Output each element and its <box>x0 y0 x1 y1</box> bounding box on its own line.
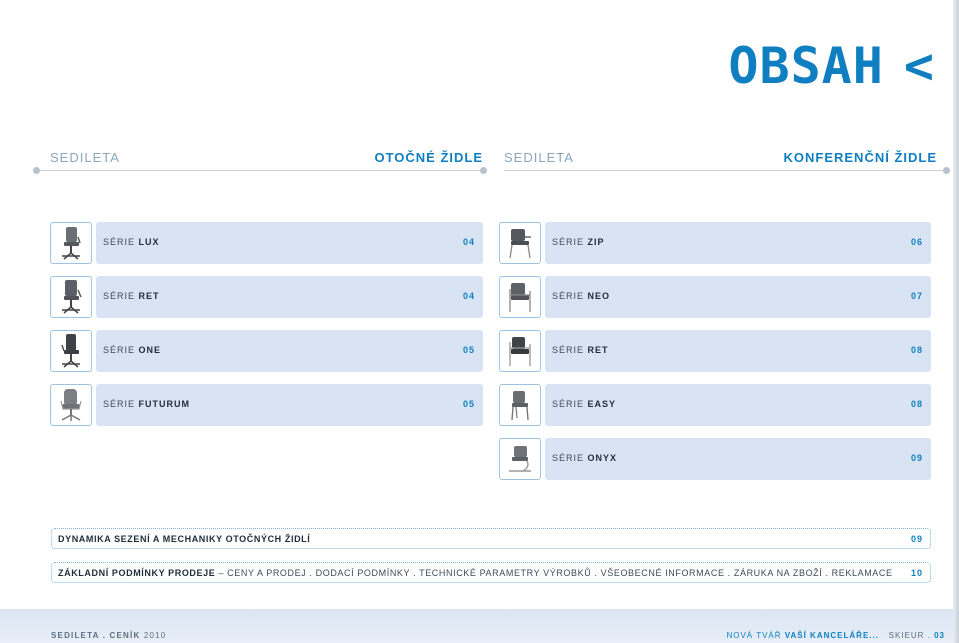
executive-chair-icon <box>50 384 92 426</box>
toc-row-left-3[interactable]: SÉRIE ONE 05 <box>50 330 483 372</box>
toc-entry-label: SÉRIE ONE <box>103 345 161 355</box>
toc-entry-bar: SÉRIE NEO 07 <box>545 276 931 318</box>
series-name: ONYX <box>587 453 618 463</box>
series-prefix: SÉRIE <box>552 399 585 409</box>
toc-row-right-4[interactable]: SÉRIE EASY 08 <box>499 384 931 426</box>
toc-entry-bar: SÉRIE EASY 08 <box>545 384 931 426</box>
page-number: 04 <box>462 237 475 247</box>
toc-entry-bar: SÉRIE FUTURUM 05 <box>96 384 483 426</box>
toc-entry-bar: SÉRIE LUX 04 <box>96 222 483 264</box>
footer-left: SEDILETA . CENÍK 2010 <box>51 631 166 640</box>
conference-chair-icon <box>499 276 541 318</box>
extra-detail: – CENY A PRODEJ . DODACÍ PODMÍNKY . TECH… <box>215 568 893 578</box>
toc-extra-row-dynamics[interactable]: DYNAMIKA SEZENÍ A MECHANIKY OTOČNÝCH ŽID… <box>51 528 931 549</box>
toc-entry-bar: SÉRIE ZIP 06 <box>545 222 931 264</box>
office-swivel-chair-icon <box>50 330 92 372</box>
office-swivel-chair-icon <box>50 276 92 318</box>
left-divider <box>33 167 487 174</box>
conference-chair-icon <box>499 330 541 372</box>
divider-knob <box>943 167 950 174</box>
page-number: 09 <box>910 534 923 544</box>
page-number: 08 <box>910 399 923 409</box>
series-prefix: SÉRIE <box>103 345 136 355</box>
page-footer: SEDILETA . CENÍK 2010 NOVÁ TVÁŘ VAŠÍ KAN… <box>0 609 953 643</box>
footer-slogan: VAŠÍ KANCELÁŘE... <box>784 631 879 640</box>
toc-entry-label: SÉRIE RET <box>103 291 160 301</box>
series-name: LUX <box>138 237 160 247</box>
page-number: 08 <box>910 345 923 355</box>
left-brand: SEDILETA <box>50 150 120 165</box>
series-name: RET <box>587 345 609 355</box>
series-name: EASY <box>587 399 617 409</box>
footer-brand: SKIEUR <box>888 631 925 640</box>
toc-extra-label: DYNAMIKA SEZENÍ A MECHANIKY OTOČNÝCH ŽID… <box>58 534 310 544</box>
right-column-header: SEDILETA KONFERENČNÍ ŽIDLE <box>504 150 937 170</box>
left-category: OTOČNÉ ŽIDLE <box>374 150 483 165</box>
series-prefix: SÉRIE <box>552 237 585 247</box>
toc-entry-bar: SÉRIE ONYX 09 <box>545 438 931 480</box>
footer-slogan-prefix: NOVÁ TVÁŘ <box>726 631 785 640</box>
toc-row-right-2[interactable]: SÉRIE NEO 07 <box>499 276 931 318</box>
page-number: 05 <box>462 345 475 355</box>
toc-row-left-2[interactable]: SÉRIE RET 04 <box>50 276 483 318</box>
office-swivel-chair-icon <box>50 222 92 264</box>
page-number: 06 <box>910 237 923 247</box>
series-name: NEO <box>587 291 611 301</box>
title-chevron: < <box>903 37 935 95</box>
toc-entry-bar: SÉRIE RET 08 <box>545 330 931 372</box>
toc-entry-label: SÉRIE NEO <box>552 291 610 301</box>
footer-right: NOVÁ TVÁŘ VAŠÍ KANCELÁŘE... SKIEUR . 03 <box>726 631 945 640</box>
page-edge-shadow <box>953 0 959 643</box>
right-brand: SEDILETA <box>504 150 574 165</box>
series-name: FUTURUM <box>138 399 191 409</box>
extra-title: ZÁKLADNÍ PODMÍNKY PRODEJE <box>58 568 216 578</box>
toc-row-right-3[interactable]: SÉRIE RET 08 <box>499 330 931 372</box>
toc-entry-label: SÉRIE RET <box>552 345 609 355</box>
toc-entry-bar: SÉRIE RET 04 <box>96 276 483 318</box>
toc-row-left-4[interactable]: SÉRIE FUTURUM 05 <box>50 384 483 426</box>
toc-extra-row-conditions[interactable]: ZÁKLADNÍ PODMÍNKY PRODEJE – CENY A PRODE… <box>51 562 931 583</box>
right-divider <box>504 167 950 174</box>
extra-title: DYNAMIKA SEZENÍ A MECHANIKY OTOČNÝCH ŽID… <box>58 534 311 544</box>
series-name: ZIP <box>587 237 605 247</box>
left-column-header: SEDILETA OTOČNÉ ŽIDLE <box>50 150 483 170</box>
series-prefix: SÉRIE <box>552 453 585 463</box>
series-prefix: SÉRIE <box>552 291 585 301</box>
page-number: 04 <box>462 291 475 301</box>
toc-row-right-5[interactable]: SÉRIE ONYX 09 <box>499 438 931 480</box>
cantilever-chair-icon <box>499 438 541 480</box>
toc-entry-bar: SÉRIE ONE 05 <box>96 330 483 372</box>
right-category: KONFERENČNÍ ŽIDLE <box>783 150 937 165</box>
series-prefix: SÉRIE <box>552 345 585 355</box>
footer-catalog-label: SEDILETA . CENÍK <box>51 631 141 640</box>
divider-knob <box>480 167 487 174</box>
page-number: 10 <box>910 568 923 578</box>
page-number: 05 <box>462 399 475 409</box>
toc-row-left-1[interactable]: SÉRIE LUX 04 <box>50 222 483 264</box>
series-prefix: SÉRIE <box>103 291 136 301</box>
page-title: OBSAH < <box>728 38 935 94</box>
toc-entry-label: SÉRIE LUX <box>103 237 160 247</box>
toc-row-right-1[interactable]: SÉRIE ZIP 06 <box>499 222 931 264</box>
series-name: RET <box>138 291 160 301</box>
toc-entry-label: SÉRIE ONYX <box>552 453 617 463</box>
series-prefix: SÉRIE <box>103 237 136 247</box>
footer-page-number: 03 <box>934 631 945 640</box>
toc-extra-label: ZÁKLADNÍ PODMÍNKY PRODEJE – CENY A PRODE… <box>58 568 893 578</box>
page-number: 07 <box>910 291 923 301</box>
footer-separator: . <box>924 631 935 640</box>
page-number: 09 <box>910 453 923 463</box>
toc-entry-label: SÉRIE ZIP <box>552 237 605 247</box>
toc-entry-label: SÉRIE FUTURUM <box>103 399 190 409</box>
conference-chair-icon <box>499 384 541 426</box>
footer-year: 2010 <box>140 631 167 640</box>
conference-chair-icon <box>499 222 541 264</box>
series-name: ONE <box>138 345 162 355</box>
title-text: OBSAH <box>728 37 884 95</box>
toc-entry-label: SÉRIE EASY <box>552 399 616 409</box>
divider-knob <box>33 167 40 174</box>
series-prefix: SÉRIE <box>103 399 136 409</box>
